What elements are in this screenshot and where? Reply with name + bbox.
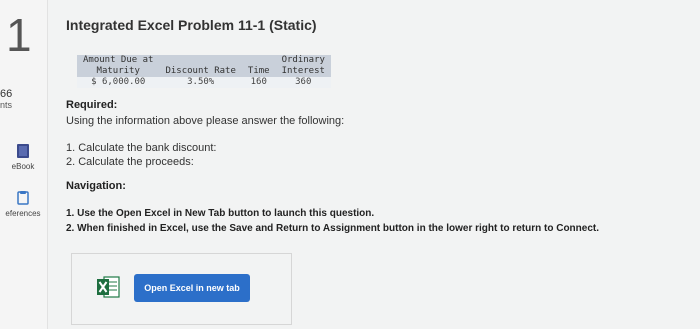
points-label: nts: [0, 100, 13, 110]
excel-launch-panel: Open Excel in new tab: [71, 253, 292, 325]
question-list: 1. Calculate the bank discount: 2. Calcu…: [66, 141, 216, 169]
ebook-button[interactable]: eBook: [0, 143, 46, 171]
discount-rate-cell: 3.50%: [159, 77, 242, 88]
points-value: 66: [0, 88, 13, 100]
ebook-icon: [17, 144, 29, 158]
list-item: 1. Calculate the bank discount:: [66, 142, 217, 154]
references-button[interactable]: eferences: [0, 190, 46, 218]
page-title: Integrated Excel Problem 11-1 (Static): [66, 17, 317, 33]
excel-icon: [97, 276, 120, 298]
list-item: 1. Use the Open Excel in New Tab button …: [66, 208, 375, 219]
amount-header: Amount Due at Maturity: [77, 55, 160, 77]
table-header-row: Amount Due at Maturity Discount Rate Tim…: [77, 55, 331, 77]
references-label: eferences: [5, 209, 41, 218]
list-item: 2. When finished in Excel, use the Save …: [66, 223, 600, 234]
required-heading: Required:: [66, 99, 118, 111]
main-content: Integrated Excel Problem 11-1 (Static) A…: [47, 0, 700, 329]
time-cell: 160: [241, 77, 276, 88]
problem-data-table: Amount Due at Maturity Discount Rate Tim…: [77, 55, 331, 88]
ordinary-interest-cell: 360: [275, 77, 331, 88]
open-excel-button[interactable]: Open Excel in new tab: [134, 274, 250, 302]
required-instructions: Using the information above please answe…: [66, 115, 345, 127]
time-header: Time: [241, 55, 276, 77]
discount-rate-header: Discount Rate: [159, 55, 242, 77]
references-icon: [17, 191, 29, 205]
navigation-list: 1. Use the Open Excel in New Tab button …: [66, 206, 599, 236]
amount-cell: $ 6,000.00: [77, 77, 160, 88]
question-number: 1: [6, 9, 32, 61]
navigation-heading: Navigation:: [66, 180, 126, 192]
list-item: 2. Calculate the proceeds:: [66, 156, 194, 168]
table-row: $ 6,000.00 3.50% 160 360: [77, 77, 331, 88]
ordinary-interest-header: Ordinary Interest: [275, 55, 331, 77]
ebook-label: eBook: [11, 162, 35, 171]
sidebar: 1 66 nts eBook eferences: [0, 0, 48, 329]
